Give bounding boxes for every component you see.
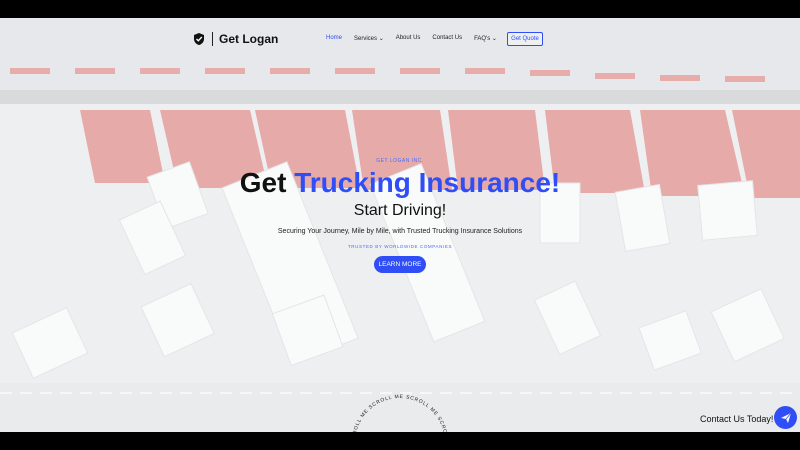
logo-divider <box>212 32 213 46</box>
learn-more-button[interactable]: LEARN MORE <box>374 256 426 273</box>
nav-home[interactable]: Home <box>326 35 342 42</box>
nav-services[interactable]: Services ⌄ <box>354 35 384 42</box>
hero-title: Get Trucking Insurance! <box>0 168 800 198</box>
top-navigation: Get Logan Home Services ⌄ About Us Conta… <box>0 18 800 62</box>
shield-check-icon <box>194 33 204 45</box>
nav-faqs[interactable]: FAQ's ⌄ <box>474 35 497 42</box>
send-icon <box>780 412 791 423</box>
nav-about-us[interactable]: About Us <box>396 35 421 42</box>
hero-title-plain: Get <box>239 167 295 198</box>
hero-content: GET LOGAN INC. Get Trucking Insurance! S… <box>0 158 800 273</box>
main-menu: Home Services ⌄ About Us Contact Us FAQ'… <box>326 35 497 42</box>
hero-section: Get Logan Home Services ⌄ About Us Conta… <box>0 18 800 432</box>
brand-name: Get Logan <box>219 32 279 46</box>
hero-subtitle: Start Driving! <box>353 202 447 219</box>
nav-contact-us[interactable]: Contact Us <box>432 35 462 42</box>
scroll-me-badge[interactable]: SCROLL ME SCROLL ME SCROLL ME SCROLL ME <box>345 383 455 432</box>
svg-text:SCROLL ME SCROLL ME SCROLL ME: SCROLL ME SCROLL ME SCROLL ME SCROLL ME <box>345 383 449 432</box>
scroll-me-text: SCROLL ME SCROLL ME SCROLL ME SCROLL ME <box>345 383 448 432</box>
brand-logo[interactable]: Get Logan <box>192 32 278 46</box>
hero-title-accent: Trucking Insurance! <box>294 167 561 198</box>
contact-us-label[interactable]: Contact Us Today! <box>700 414 773 424</box>
get-quote-button[interactable]: Get Quote <box>507 32 543 46</box>
hero-description: Securing Your Journey, Mile by Mile, wit… <box>277 228 523 235</box>
trusted-label: TRUSTED BY WORLDWIDE COMPANIES <box>347 244 453 249</box>
hero-eyebrow: GET LOGAN INC. <box>376 158 424 164</box>
contact-us-button[interactable] <box>774 406 797 429</box>
